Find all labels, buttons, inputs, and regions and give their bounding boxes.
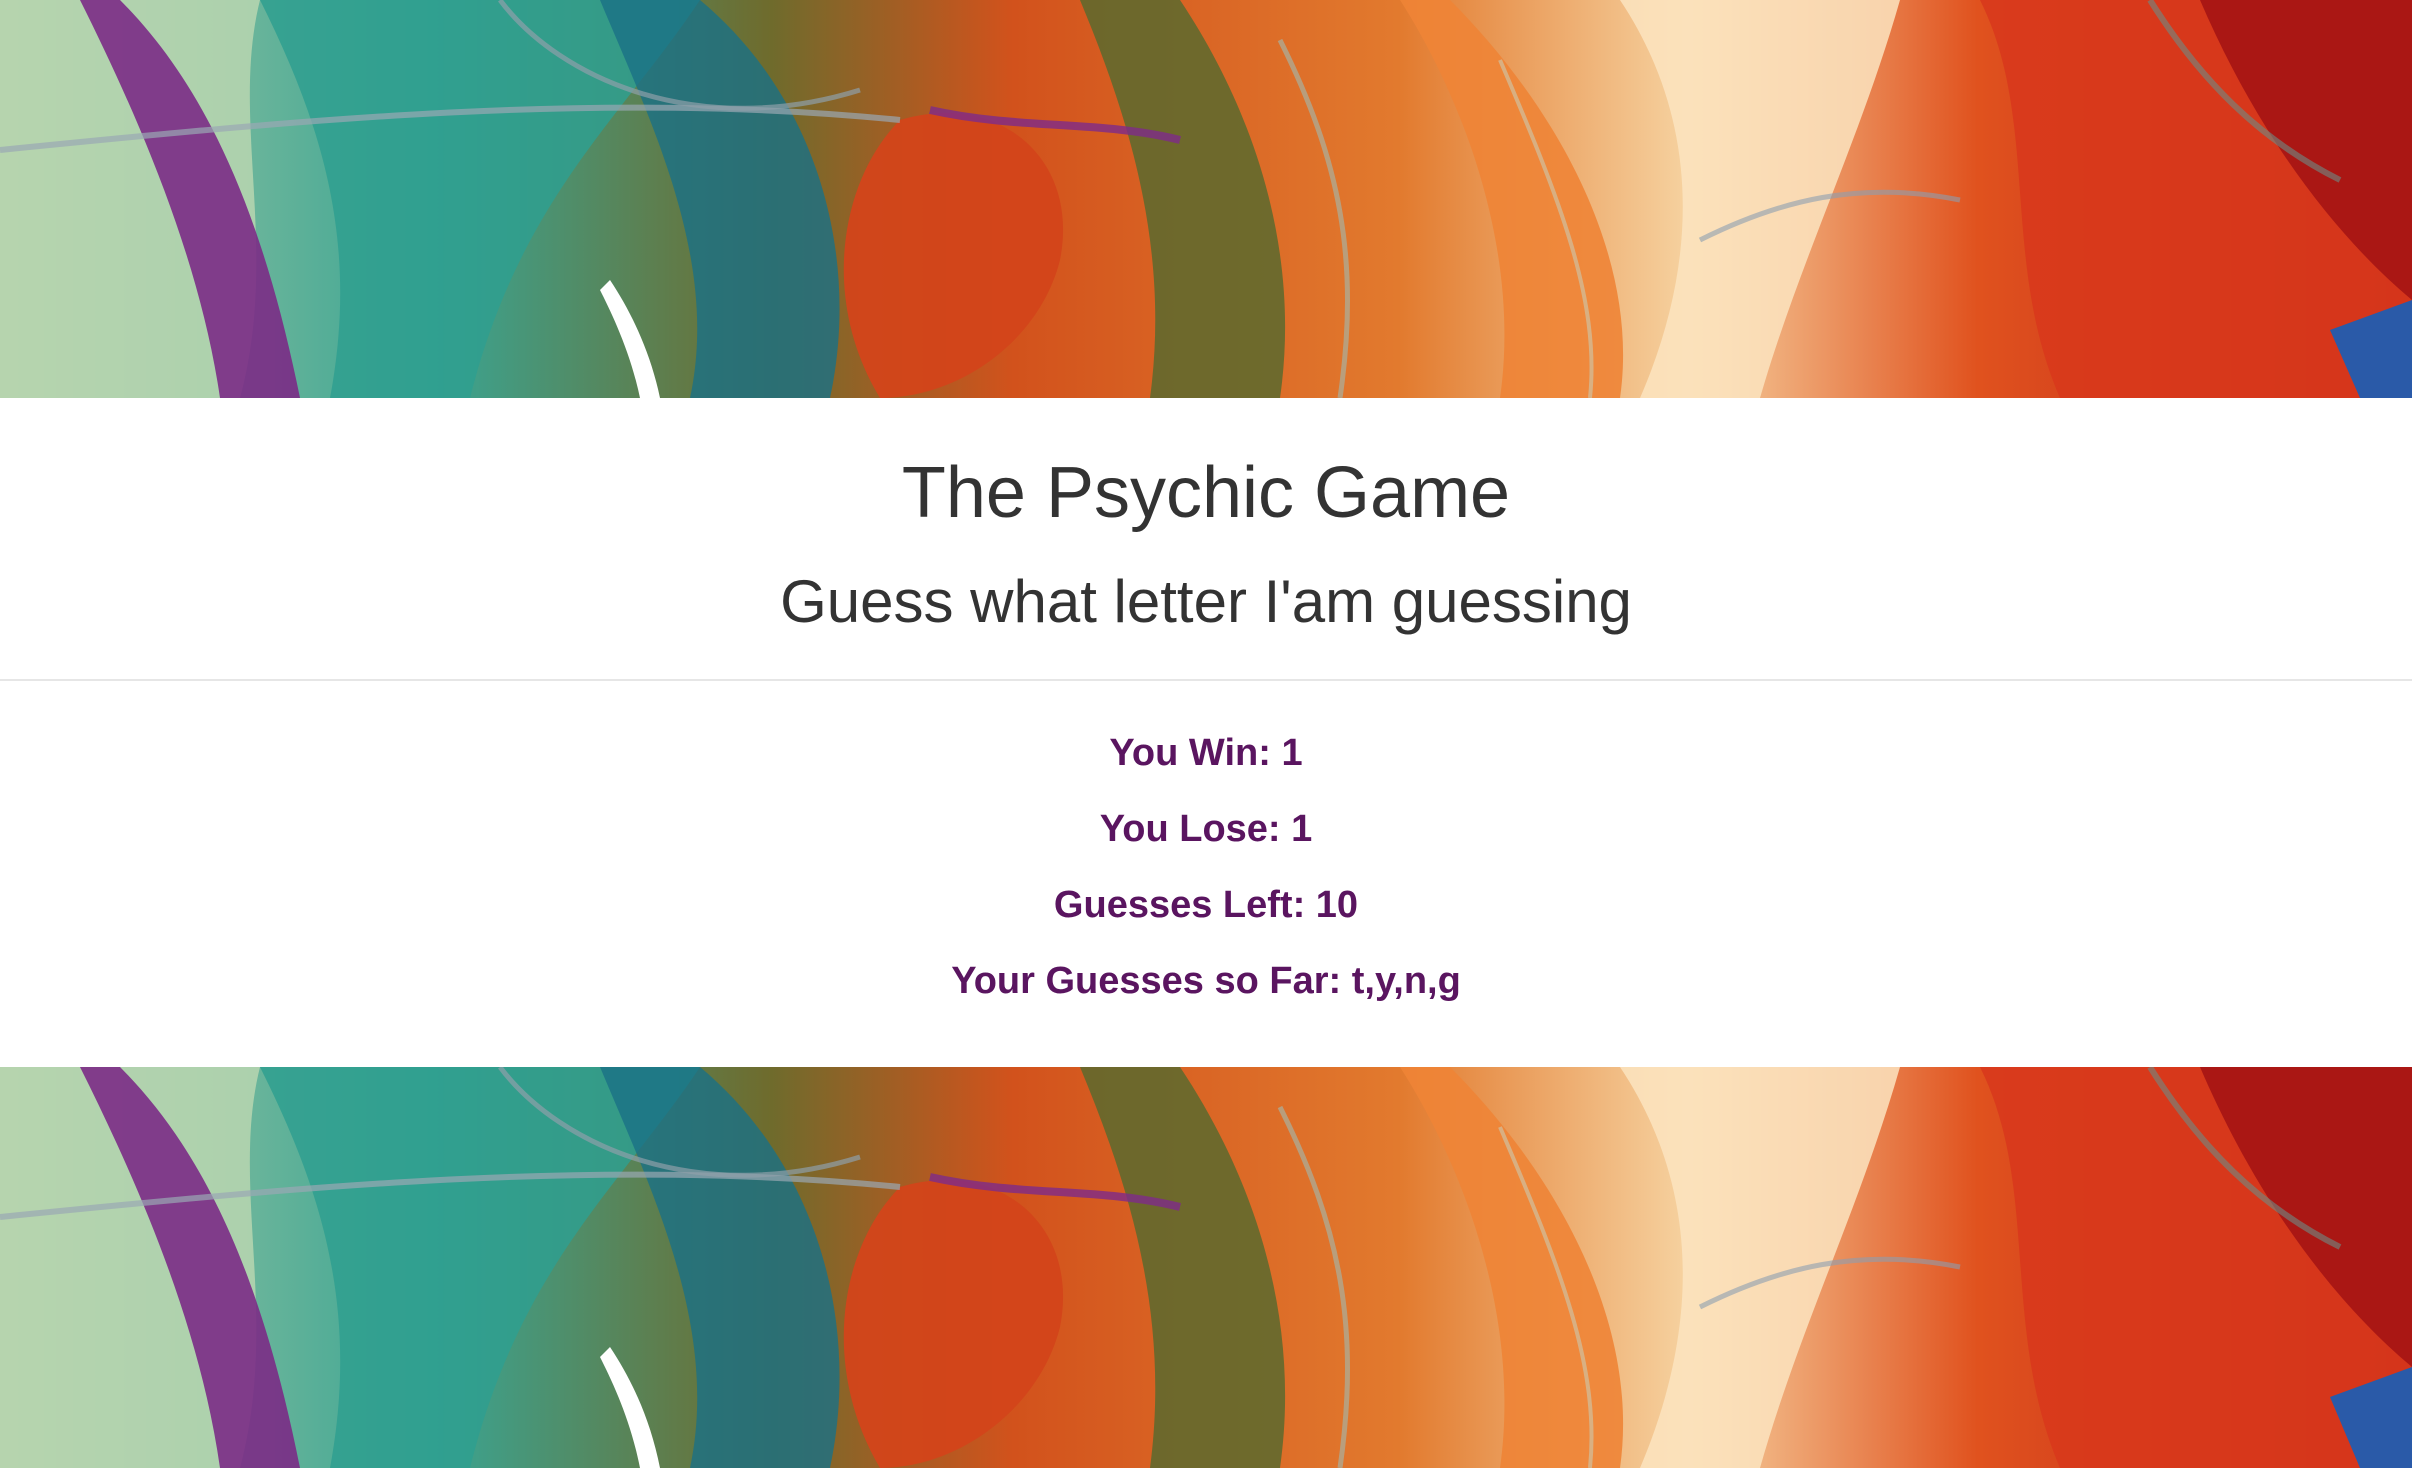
losses-stat: You Lose: 1 bbox=[0, 807, 2412, 853]
header-panel: The Psychic Game Guess what letter I'am … bbox=[0, 398, 2412, 681]
wins-stat: You Win: 1 bbox=[0, 731, 2412, 777]
wins-value: 1 bbox=[1281, 732, 1303, 774]
game-stats-panel: You Win: 1 You Lose: 1 Guesses Left: 10 … bbox=[0, 681, 2412, 1067]
losses-label: You Lose: bbox=[1099, 808, 1292, 850]
page-subtitle: Guess what letter I'am guessing bbox=[780, 568, 1632, 635]
abstract-painting-background-icon bbox=[0, 1067, 2412, 1468]
guesses-so-far-value: t,y,n,g bbox=[1351, 960, 1461, 1002]
background-art-top bbox=[0, 0, 2412, 398]
page-title: The Psychic Game bbox=[901, 453, 1511, 533]
guesses-left-label: Guesses Left: bbox=[1053, 884, 1316, 926]
guesses-so-far-label: Your Guesses so Far: bbox=[951, 960, 1352, 1002]
wins-label: You Win: bbox=[1109, 732, 1282, 774]
guesses-left-stat: Guesses Left: 10 bbox=[0, 883, 2412, 929]
background-art-bottom bbox=[0, 1067, 2412, 1468]
guesses-left-value: 10 bbox=[1315, 884, 1359, 926]
guesses-so-far-stat: Your Guesses so Far: t,y,n,g bbox=[0, 959, 2412, 1005]
abstract-painting-background-icon bbox=[0, 0, 2412, 398]
losses-value: 1 bbox=[1291, 808, 1313, 850]
